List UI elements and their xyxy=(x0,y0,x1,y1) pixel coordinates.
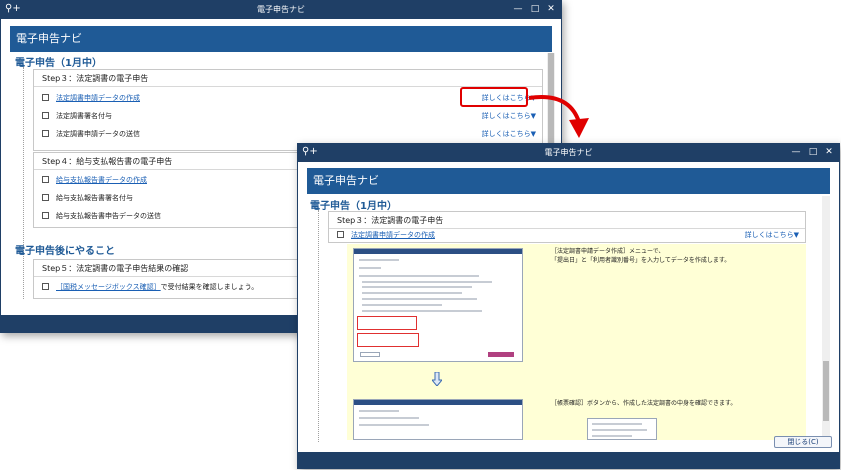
checkbox[interactable] xyxy=(42,94,49,101)
more-link[interactable]: 詳しくはこちら▼ xyxy=(745,226,799,244)
checkbox[interactable] xyxy=(42,130,49,137)
minimize-button[interactable]: — xyxy=(789,146,803,159)
list-item[interactable]: 法定調書署名付与 詳しくはこちら▼ xyxy=(34,107,542,125)
detail-description-2: ［帳票確認］ボタンから、作成した法定調書の中身を確認できます。 xyxy=(551,400,737,407)
checkbox[interactable] xyxy=(42,176,49,183)
scrollbar-thumb[interactable] xyxy=(823,361,829,421)
title-bar: ⚲+ 電子申告ナビ — □ ✕ xyxy=(1,1,561,19)
step3-box: Step３：法定調書の電子申告 法定調書申請データの作成 詳しくはこちら▼ xyxy=(328,211,806,243)
arrow-down-icon xyxy=(432,372,442,386)
detail-description-1: ［法定調書申請データ作成］メニューで、 「提出日」と「利用者識別番号」を入力して… xyxy=(551,248,731,264)
close-button[interactable]: 閉じる(C) xyxy=(774,436,832,448)
detail-panel: ［法定調書申請データ作成］メニューで、 「提出日」と「利用者識別番号」を入力して… xyxy=(347,244,806,440)
step5-box: Step５：法定調書の電子申告結果の確認 ［国税メッセージボックス確認］で受付結… xyxy=(33,259,313,299)
step4-item-send: 給与支払報告書申告データの送信 xyxy=(56,212,161,220)
checkbox[interactable] xyxy=(337,231,344,238)
list-item[interactable]: ［国税メッセージボックス確認］で受付結果を確認しましょう。 xyxy=(34,278,312,296)
maximize-button[interactable]: □ xyxy=(806,146,820,159)
list-item[interactable]: 給与支払報告書署名付与 xyxy=(34,189,312,207)
minimize-button[interactable]: — xyxy=(511,3,525,16)
step5-item-text: で受付結果を確認しましょう。 xyxy=(160,283,259,291)
timeline-line xyxy=(318,210,319,442)
step3-item-send: 法定調書申請データの送信 xyxy=(56,130,140,138)
step4-item-create-link[interactable]: 給与支払報告書データの作成 xyxy=(56,171,147,189)
message-box-link[interactable]: ［国税メッセージボックス確認］ xyxy=(56,283,161,291)
step3-box: Step３：法定調書の電子申告 法定調書申請データの作成 詳しくはこちら▼ 法定… xyxy=(33,69,543,151)
app-header: 電子申告ナビ xyxy=(307,168,830,194)
checkbox[interactable] xyxy=(42,194,49,201)
screenshot-thumbnail xyxy=(353,399,523,440)
step3-item-sign: 法定調書署名付与 xyxy=(56,112,112,120)
step4-box: Step４：給与支払報告書の電子申告 給与支払報告書データの作成 給与支払報告書… xyxy=(33,152,313,228)
checkbox[interactable] xyxy=(42,112,49,119)
close-window-button[interactable]: ✕ xyxy=(544,3,558,16)
list-item[interactable]: 給与支払報告書データの作成 xyxy=(34,171,312,189)
detail-window: ⚲+ 電子申告ナビ — □ ✕ 電子申告ナビ 電子申告（1月中） Step３：法… xyxy=(297,143,840,469)
maximize-button[interactable]: □ xyxy=(528,3,542,16)
screenshot-thumbnail xyxy=(353,248,523,362)
list-item[interactable]: 給与支払報告書申告データの送信 xyxy=(34,207,312,225)
step3-item-create-link[interactable]: 法定調書申請データの作成 xyxy=(351,226,435,244)
window-footer xyxy=(298,452,839,468)
document-thumbnail xyxy=(587,418,657,440)
step4-item-sign: 給与支払報告書署名付与 xyxy=(56,194,133,202)
step5-title: Step５：法定調書の電子申告結果の確認 xyxy=(34,260,312,277)
section-title-january: 電子申告（1月中） xyxy=(310,201,397,212)
curved-arrow-icon xyxy=(528,95,589,138)
list-item[interactable]: 法定調書申請データの送信 詳しくはこちら▼ xyxy=(34,125,542,143)
step3-title: Step３：法定調書の電子申告 xyxy=(34,70,542,87)
section-title-january: 電子申告（1月中） xyxy=(15,58,102,69)
close-window-button[interactable]: ✕ xyxy=(822,146,836,159)
checkbox[interactable] xyxy=(42,212,49,219)
highlight-box xyxy=(460,87,528,107)
step3-item-create-link[interactable]: 法定調書申請データの作成 xyxy=(56,89,140,107)
step4-title: Step４：給与支払報告書の電子申告 xyxy=(34,153,312,170)
timeline-line xyxy=(23,67,24,299)
window-title: 電子申告ナビ xyxy=(544,148,593,157)
section-title-after: 電子申告後にやること xyxy=(15,246,115,257)
highlight-box xyxy=(357,333,419,347)
list-item[interactable]: 法定調書申請データの作成 詳しくはこちら▼ xyxy=(329,226,805,244)
title-bar: ⚲+ 電子申告ナビ — □ ✕ xyxy=(298,144,839,162)
checkbox[interactable] xyxy=(42,283,49,290)
window-title: 電子申告ナビ xyxy=(257,5,305,14)
app-header: 電子申告ナビ xyxy=(10,26,552,52)
highlight-box xyxy=(357,316,417,330)
vertical-scrollbar[interactable] xyxy=(822,196,830,442)
